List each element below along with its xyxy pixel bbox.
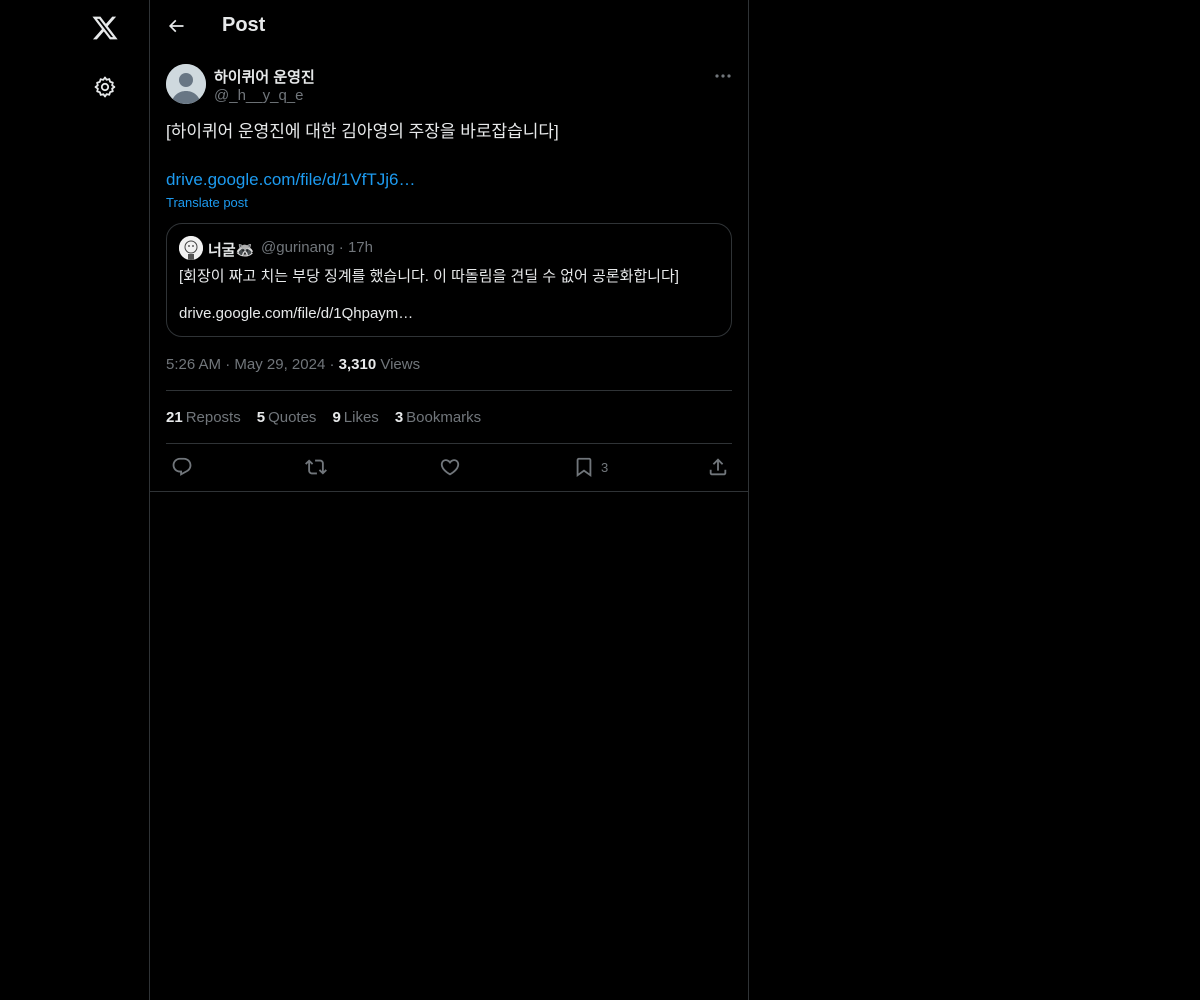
quoted-avatar (179, 236, 203, 260)
header-bar: Post (150, 0, 748, 53)
bookmark-count: 3 (601, 459, 609, 475)
post-date[interactable]: May 29, 2024 (234, 356, 325, 373)
quotes-stat[interactable]: 5 Quotes (257, 409, 317, 426)
divider (150, 491, 748, 492)
quoted-age: 17h (347, 239, 373, 256)
separator-dot: · (225, 356, 235, 373)
reply-button[interactable] (171, 456, 193, 478)
likes-count: 9 (332, 409, 341, 426)
likes-stat[interactable]: 9 Likes (332, 409, 378, 426)
quotes-count: 5 (256, 409, 266, 426)
post-timestamp: 5:26 AM · May 29, 2024 · 3,310 Views (166, 356, 420, 373)
repost-button[interactable] (305, 456, 327, 478)
avatar[interactable] (166, 64, 206, 104)
reply-icon (172, 457, 192, 476)
bookmark-icon (576, 457, 592, 478)
quoted-handle: @gurinang (261, 239, 335, 256)
divider (166, 443, 732, 444)
heart-icon (440, 459, 460, 476)
quotes-label: Quotes (268, 409, 317, 426)
page-title: Post (222, 14, 266, 36)
likes-label: Likes (343, 409, 379, 426)
bookmark-button[interactable]: 3 (573, 456, 608, 478)
reposts-label: Reposts (185, 409, 241, 426)
like-button[interactable] (439, 456, 461, 478)
post-time[interactable]: 5:26 AM (166, 356, 221, 373)
x-logo-icon[interactable] (91, 14, 119, 42)
left-rail (0, 0, 150, 1000)
quoted-text: [회장이 짜고 치는 부당 징계를 했습니다. 이 따돌림을 견딜 수 없어 공… (179, 268, 679, 285)
quoted-link: drive.google.com/file/d/1Qhpaym… (179, 305, 414, 322)
post-text: [하이퀴어 운영진에 대한 김아영의 주장을 바로잡습니다] (166, 122, 559, 141)
quoted-meta: @gurinang · 17h (261, 239, 373, 256)
share-button[interactable] (707, 456, 729, 478)
translate-post-link[interactable]: Translate post (166, 195, 248, 210)
quoted-post[interactable]: 너굴🦝 @gurinang · 17h [회장이 짜고 치는 부당 징계를 했습… (166, 223, 732, 337)
repost-icon (305, 459, 327, 475)
views-count: 3,310 (338, 356, 377, 373)
reposts-count: 21 (166, 409, 183, 426)
author-name[interactable]: 하이퀴어 운영진 (214, 66, 315, 87)
views-label: Views (380, 356, 421, 373)
post-column: Post 하이퀴어 운영진 @_h__y_q_e [하이퀴어 운영진에 대한 김… (149, 0, 749, 1000)
author-handle[interactable]: @_h__y_q_e (214, 87, 303, 104)
bookmarks-count: 3 (394, 409, 404, 426)
bookmarks-label: Bookmarks (406, 409, 482, 426)
bookmarks-stat[interactable]: 3 Bookmarks (395, 409, 481, 426)
reposts-stat[interactable]: 21 Reposts (166, 409, 241, 426)
quoted-author-name: 너굴🦝 (208, 242, 255, 259)
engagement-stats: 21 Reposts 5 Quotes 9 Likes 3 Bookmarks (166, 409, 497, 426)
arrow-left-icon[interactable] (166, 16, 186, 36)
more-horizontal-icon[interactable] (713, 66, 733, 86)
separator-dot: · (338, 239, 348, 256)
divider (166, 390, 732, 391)
gear-icon[interactable] (93, 75, 117, 99)
share-icon (709, 458, 727, 476)
separator-dot: · (329, 356, 339, 373)
post-link[interactable]: drive.google.com/file/d/1VfTJj6… (166, 168, 415, 192)
